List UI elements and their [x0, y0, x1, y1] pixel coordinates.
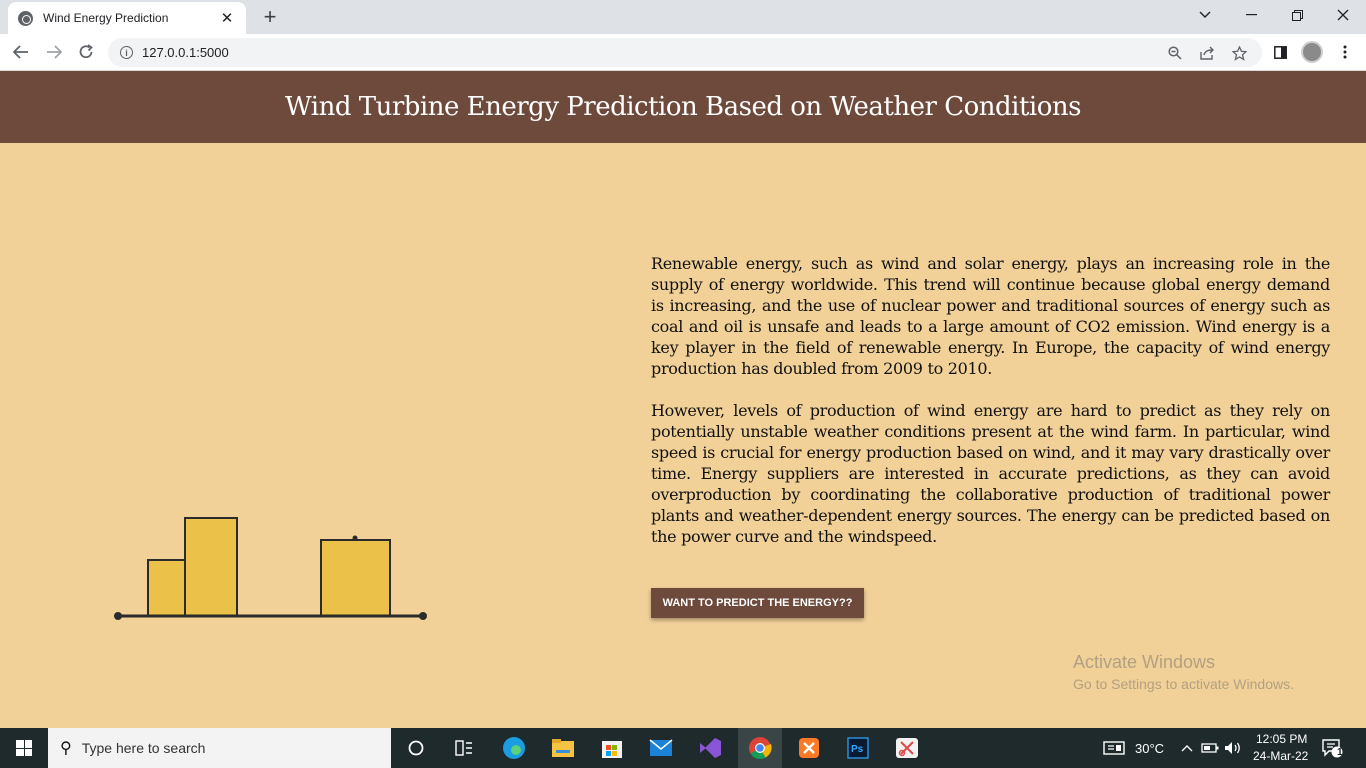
store-icon[interactable] — [598, 734, 626, 762]
start-button[interactable] — [0, 728, 48, 768]
illustration-endpoint-left — [114, 612, 122, 620]
taskbar-search-placeholder: Type here to search — [81, 740, 206, 756]
minimize-icon[interactable] — [1228, 0, 1274, 30]
reload-icon[interactable] — [73, 39, 99, 65]
taskbar-search[interactable]: ⚲ Type here to search — [48, 728, 391, 768]
bar-illustration — [114, 517, 427, 620]
battery-icon[interactable] — [1199, 734, 1221, 762]
description-paragraph-2: However, levels of production of wind en… — [651, 401, 1330, 546]
notification-icon[interactable]: 1 — [1318, 734, 1346, 762]
page-title: Wind Turbine Energy Prediction Based on … — [285, 92, 1081, 122]
photoshop-icon[interactable]: Ps — [844, 734, 872, 762]
page-header: Wind Turbine Energy Prediction Based on … — [0, 71, 1366, 143]
forward-arrow-icon[interactable] — [41, 39, 67, 65]
chevron-down-icon[interactable] — [1182, 0, 1228, 30]
illustration-bar-tall — [184, 517, 238, 617]
activate-windows-watermark: Activate Windows Go to Settings to activ… — [1073, 652, 1294, 692]
cortana-icon[interactable] — [402, 734, 430, 762]
back-arrow-icon[interactable] — [8, 39, 34, 65]
volume-icon[interactable] — [1222, 734, 1244, 762]
search-icon: ⚲ — [60, 740, 72, 757]
zoom-icon[interactable] — [1166, 44, 1184, 62]
description: Renewable energy, such as wind and solar… — [651, 253, 1330, 547]
browser-tab[interactable]: Wind Energy Prediction ✕ — [8, 2, 246, 34]
taskbar: ⚲ Type here to search Ps 30°C 12:05 PM 2… — [0, 728, 1366, 768]
temperature-text[interactable]: 30°C — [1135, 741, 1164, 756]
weather-icon[interactable] — [1100, 734, 1128, 762]
share-icon[interactable] — [1198, 44, 1216, 62]
windows-logo-icon — [16, 740, 32, 756]
watermark-title: Activate Windows — [1073, 652, 1216, 672]
restore-icon[interactable] — [1274, 0, 1320, 30]
avatar[interactable] — [1301, 41, 1323, 63]
chrome-icon[interactable] — [746, 734, 774, 762]
task-view-icon[interactable] — [450, 734, 478, 762]
svg-text:Ps: Ps — [851, 744, 864, 755]
tab-title: Wind Energy Prediction — [43, 11, 169, 25]
description-paragraph-1: Renewable energy, such as wind and solar… — [651, 254, 1330, 378]
watermark-subtitle: Go to Settings to activate Windows. — [1073, 676, 1294, 692]
kebab-menu-icon[interactable] — [1333, 40, 1357, 64]
globe-icon — [18, 10, 33, 26]
xampp-icon[interactable] — [795, 734, 823, 762]
url-text[interactable]: 127.0.0.1:5000 — [142, 45, 229, 60]
close-icon[interactable]: ✕ — [218, 9, 236, 27]
info-icon[interactable]: i — [120, 46, 133, 59]
sidebar-icon[interactable] — [1268, 40, 1292, 64]
mail-icon[interactable] — [647, 734, 675, 762]
snipping-tool-icon[interactable] — [893, 734, 921, 762]
chevron-up-icon[interactable] — [1176, 734, 1198, 762]
illustration-endpoint-right — [419, 612, 427, 620]
predict-energy-button[interactable]: WANT TO PREDICT THE ENERGY?? — [651, 588, 864, 618]
illustration-dot — [352, 535, 358, 541]
clock-time[interactable]: 12:05 PM — [1256, 732, 1307, 746]
visual-studio-icon[interactable] — [696, 734, 724, 762]
browser-toolbar: i 127.0.0.1:5000 — [0, 34, 1366, 71]
notification-count: 1 — [1337, 747, 1343, 758]
star-icon[interactable] — [1230, 44, 1248, 62]
clock-date[interactable]: 24-Mar-22 — [1253, 749, 1308, 763]
illustration-bar-wide — [320, 539, 391, 617]
close-window-icon[interactable] — [1320, 0, 1366, 30]
address-bar[interactable]: i 127.0.0.1:5000 — [108, 38, 1262, 67]
file-explorer-icon[interactable] — [549, 734, 577, 762]
edge-icon[interactable] — [500, 734, 528, 762]
tab-strip: Wind Energy Prediction ✕ + — [0, 0, 1366, 34]
new-tab-button[interactable]: + — [258, 4, 282, 30]
